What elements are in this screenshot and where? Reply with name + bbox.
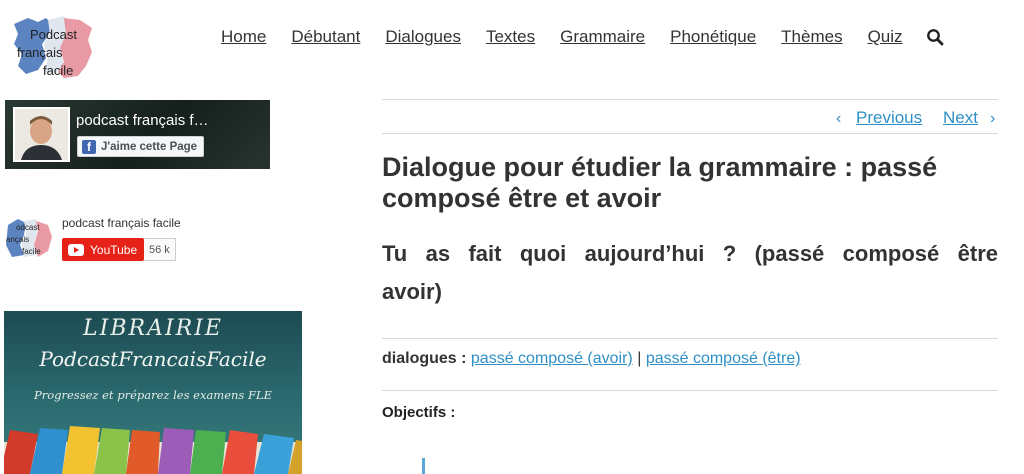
banner-tagline: Progressez et préparez les examens FLE — [33, 388, 272, 402]
facebook-page-widget[interactable]: podcast français f… f J'aime cette Page — [5, 100, 270, 169]
youtube-subscriber-count: 56 k — [144, 238, 176, 261]
nav-debutant[interactable]: Débutant — [291, 27, 360, 47]
tag-passe-compose-etre[interactable]: passé composé (être) — [646, 350, 801, 367]
yt-logo-text-2: ançais — [6, 235, 30, 244]
audio-player-edge — [422, 458, 425, 474]
next-link[interactable]: Next — [943, 108, 978, 128]
page-subtitle: Tu as fait quoi aujourd’hui ? (passé com… — [382, 241, 998, 304]
librairie-banner[interactable]: LIBRAIRIE PodcastFrancaisFacile Progress… — [4, 311, 302, 474]
youtube-button-label: YouTube — [90, 242, 138, 257]
yt-logo-text-3: facile — [22, 247, 41, 256]
tag-list: dialogues : passé composé (avoir) | pass… — [382, 350, 801, 368]
avatar — [13, 107, 70, 162]
nav-dialogues[interactable]: Dialogues — [385, 27, 461, 47]
objectives-heading: Objectifs : — [382, 404, 456, 421]
facebook-icon: f — [82, 139, 96, 154]
divider — [382, 133, 998, 134]
tag-passe-compose-avoir[interactable]: passé composé (avoir) — [471, 350, 633, 367]
previous-link[interactable]: Previous — [856, 108, 922, 128]
divider — [382, 338, 998, 339]
divider — [382, 390, 998, 391]
youtube-subscribe-button[interactable]: YouTube — [62, 238, 144, 261]
facebook-like-label: J'aime cette Page — [101, 140, 198, 153]
site-logo[interactable]: Podcast français facile — [8, 14, 94, 82]
chevron-left-icon[interactable]: ‹ — [836, 110, 841, 128]
youtube-channel-logo[interactable]: odcast ançais facile — [4, 215, 54, 259]
youtube-play-icon — [68, 243, 84, 256]
facebook-page-title[interactable]: podcast français f… — [76, 112, 209, 129]
facebook-like-button[interactable]: f J'aime cette Page — [77, 136, 205, 157]
nav-themes[interactable]: Thèmes — [781, 27, 842, 47]
logo-text-facile: facile — [43, 63, 74, 78]
nav-quiz[interactable]: Quiz — [868, 27, 903, 47]
banner-title: LIBRAIRIE — [83, 316, 223, 341]
books-icon — [4, 426, 302, 474]
logo-text-podcast: Podcast — [30, 27, 77, 42]
search-icon[interactable] — [926, 28, 944, 46]
youtube-channel-name[interactable]: podcast français facile — [62, 216, 181, 230]
logo-text-francais: français — [17, 45, 63, 60]
nav-textes[interactable]: Textes — [486, 27, 535, 47]
page-title: Dialogue pour étudier la grammaire : pas… — [382, 152, 938, 213]
tag-separator: | — [637, 350, 642, 367]
chevron-right-icon[interactable]: › — [990, 110, 995, 128]
banner-name: PodcastFrancaisFacile — [39, 347, 267, 371]
yt-logo-text-1: odcast — [16, 223, 40, 232]
tags-label: dialogues : — [382, 350, 467, 367]
main-nav: Home Débutant Dialogues Textes Grammaire… — [221, 26, 944, 48]
nav-home[interactable]: Home — [221, 27, 266, 47]
nav-grammaire[interactable]: Grammaire — [560, 27, 645, 47]
divider — [382, 99, 998, 100]
nav-phonetique[interactable]: Phonétique — [670, 27, 756, 47]
